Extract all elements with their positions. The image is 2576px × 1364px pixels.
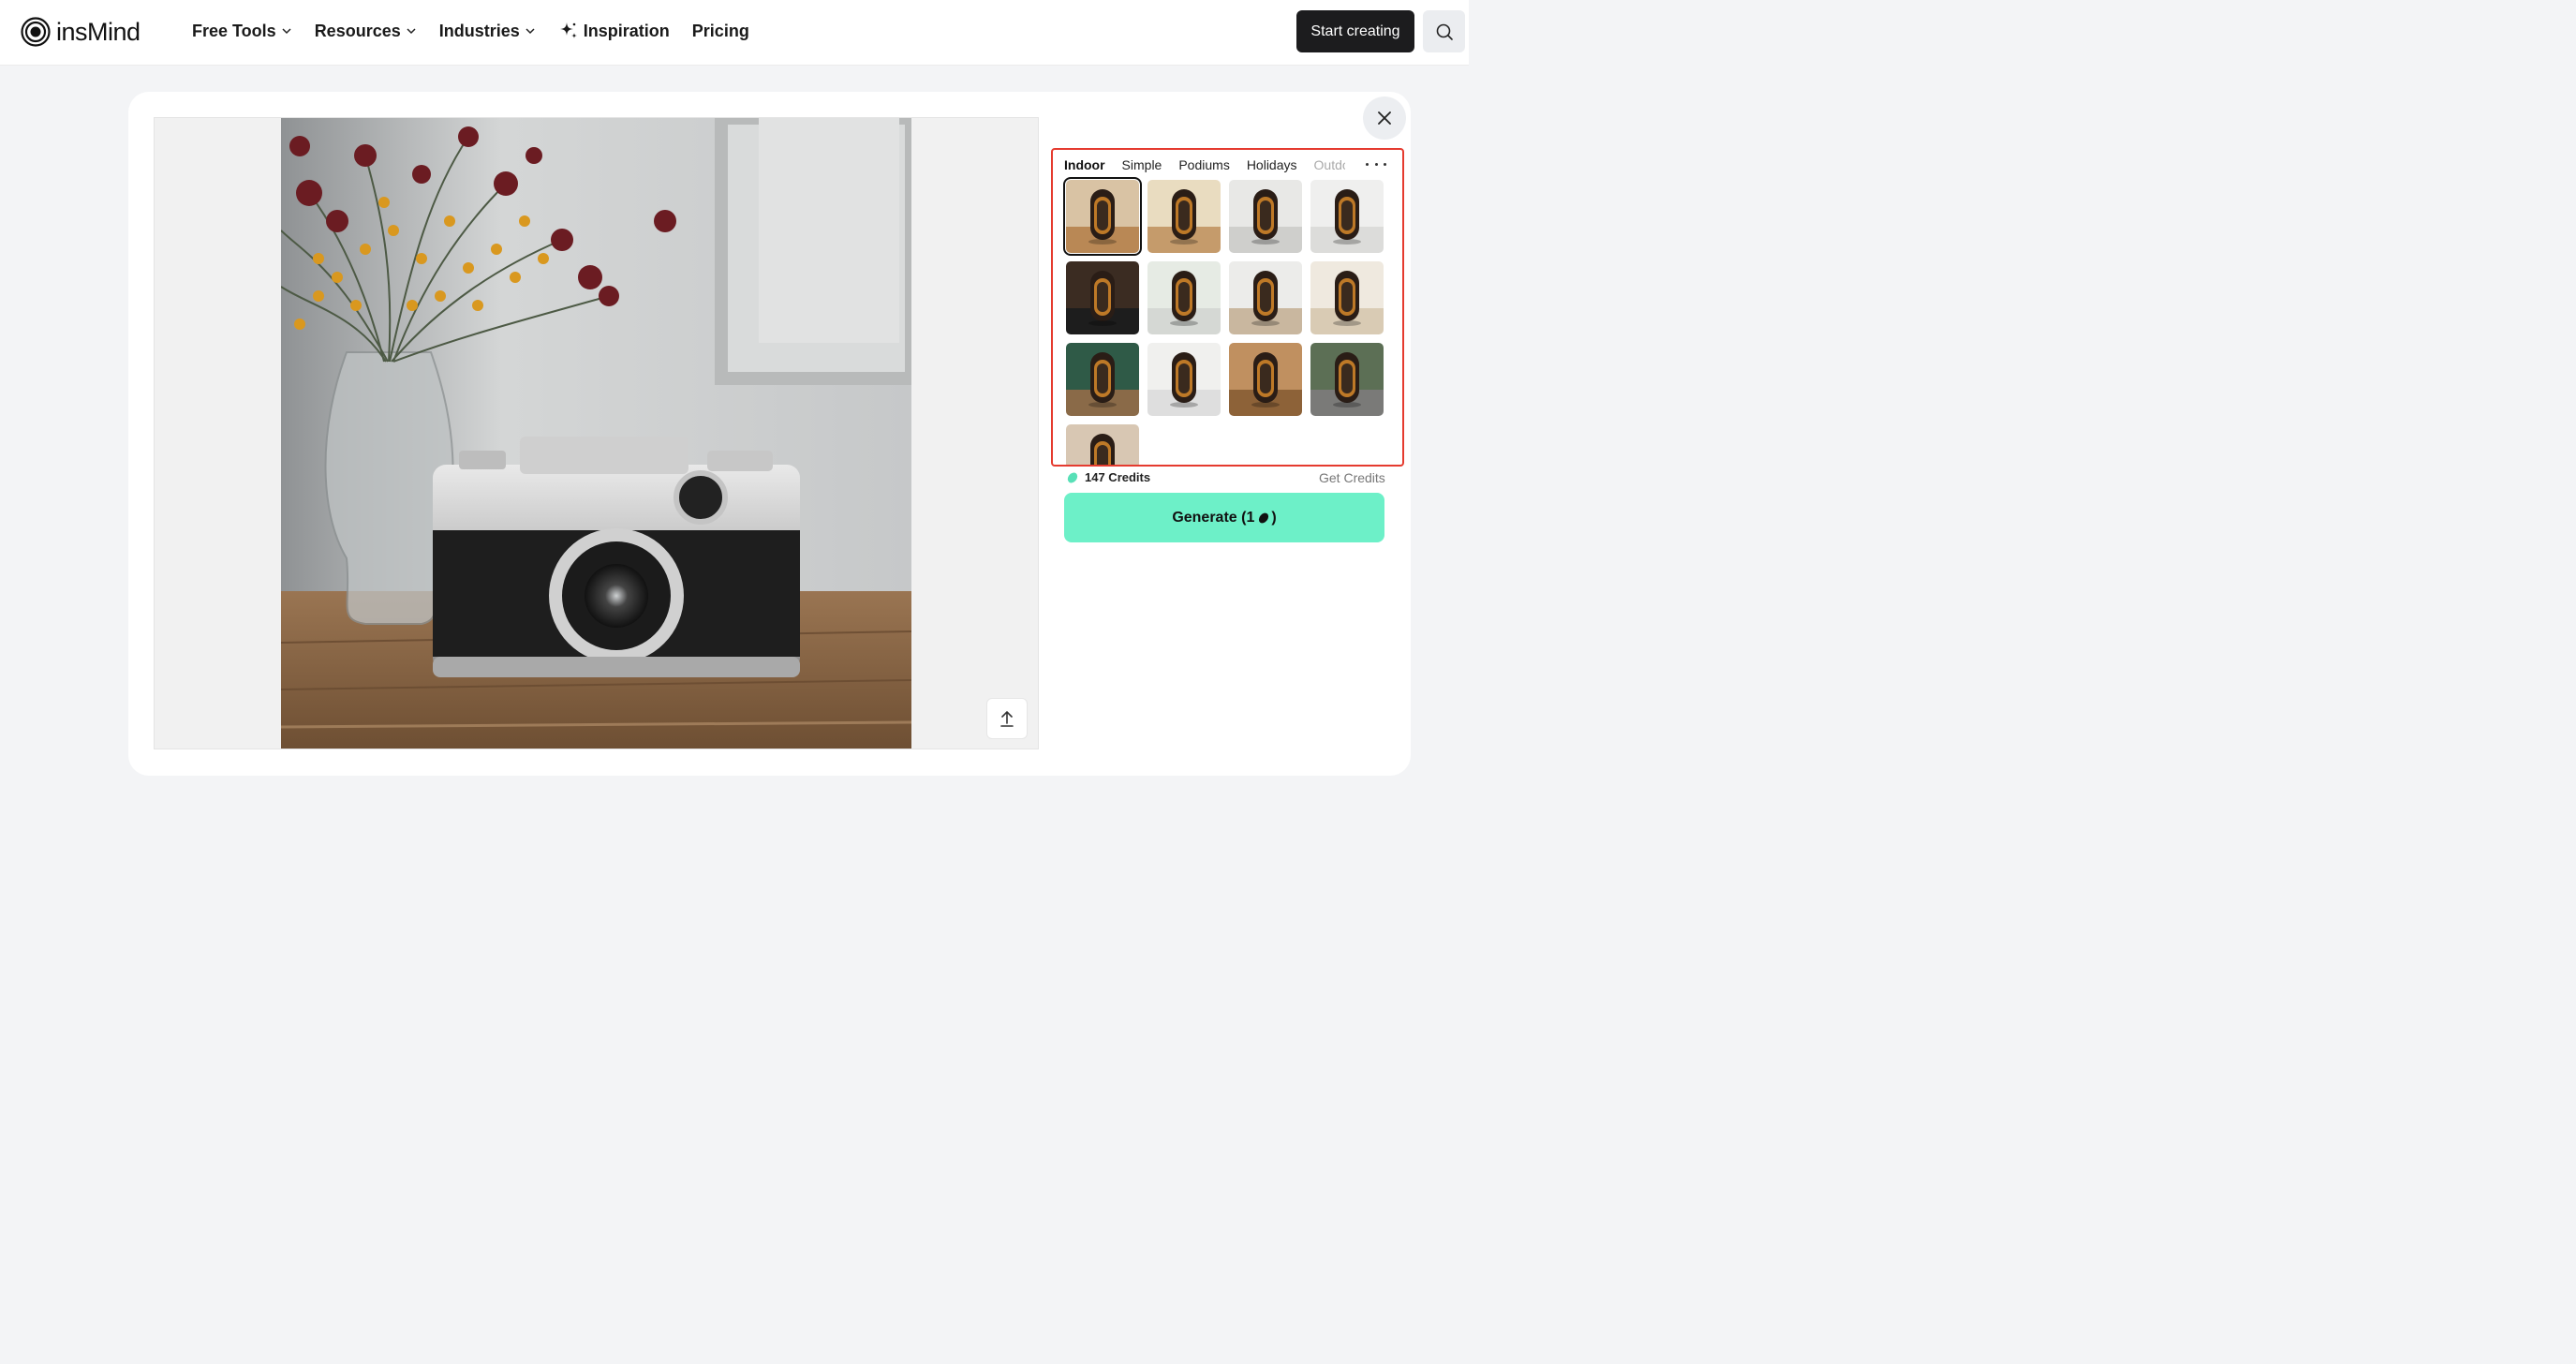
heater-product-thumbnail-image	[1147, 343, 1221, 416]
scene-thumbnail[interactable]	[1229, 180, 1302, 253]
tab-simple[interactable]: Simple	[1122, 157, 1162, 172]
generate-label: Generate (1	[1172, 509, 1255, 526]
nav-industries-label: Industries	[438, 21, 520, 40]
credits-amount: 147 Credits	[1085, 470, 1151, 484]
heater-product-thumbnail-image	[1147, 180, 1221, 253]
scene-thumbnail[interactable]	[1147, 180, 1221, 253]
start-creating-button[interactable]: Start creating	[1296, 10, 1414, 52]
nav-resources-label: Resources	[314, 21, 401, 40]
more-icon[interactable]	[1366, 156, 1386, 172]
close-button[interactable]	[1363, 96, 1406, 140]
nav-resources[interactable]: Resources	[315, 19, 417, 43]
heater-product-thumbnail-image	[1229, 261, 1302, 334]
heater-product-thumbnail-image	[1310, 343, 1384, 416]
scene-style-picker: Indoor Simple Podiums Holidays Outdo	[1051, 148, 1404, 467]
editor-card: Indoor Simple Podiums Holidays Outdo 147…	[128, 92, 1411, 776]
top-nav-bar: insMind Free Tools Resources Industries …	[0, 0, 1469, 66]
heater-product-thumbnail-image	[1066, 343, 1139, 416]
generate-button[interactable]: Generate (1 )	[1064, 493, 1384, 542]
logo-text: insMind	[56, 17, 141, 46]
credit-icon	[1259, 512, 1269, 523]
upload-icon	[1000, 711, 1014, 727]
chevron-down-icon	[526, 28, 535, 35]
tab-indoor[interactable]: Indoor	[1064, 157, 1105, 172]
scene-thumbnail[interactable]	[1147, 343, 1221, 416]
upload-button[interactable]	[986, 698, 1028, 739]
nav-pricing[interactable]: Pricing	[692, 19, 749, 43]
close-icon	[1378, 111, 1391, 125]
scene-thumbnail[interactable]	[1229, 261, 1302, 334]
heater-product-thumbnail-image	[1066, 261, 1139, 334]
image-canvas	[154, 117, 1039, 749]
scene-thumbnail[interactable]	[1066, 343, 1139, 416]
tab-podiums[interactable]: Podiums	[1178, 157, 1229, 172]
nav-free-tools[interactable]: Free Tools	[192, 19, 292, 43]
heater-product-thumbnail-image	[1147, 261, 1221, 334]
nav-inspiration-label: Inspiration	[583, 21, 670, 40]
nav-pricing-label: Pricing	[691, 21, 749, 40]
nav-industries[interactable]: Industries	[439, 19, 536, 43]
heater-product-thumbnail-image	[1229, 343, 1302, 416]
insmind-logo[interactable]: insMind	[21, 15, 141, 49]
get-credits-link[interactable]: Get Credits	[1319, 470, 1385, 485]
heater-product-thumbnail-image	[1310, 261, 1384, 334]
camera-photo-image	[281, 118, 911, 749]
tab-outdoor[interactable]: Outdo	[1314, 157, 1345, 172]
scene-thumbnail[interactable]	[1310, 343, 1384, 416]
heater-product-thumbnail-image	[1310, 180, 1384, 253]
heater-product-thumbnail-image	[1066, 424, 1139, 465]
search-icon	[1436, 23, 1453, 40]
main-nav: Free Tools Resources Industries Inspirat…	[192, 19, 772, 43]
generate-label-suffix: )	[1271, 509, 1277, 526]
search-button[interactable]	[1423, 10, 1465, 52]
heater-product-thumbnail-image	[1066, 180, 1139, 253]
sparkle-icon	[559, 22, 577, 38]
scene-thumbnail[interactable]	[1063, 177, 1142, 256]
credits-balance: 147 Credits	[1066, 470, 1150, 484]
tab-holidays[interactable]: Holidays	[1247, 157, 1297, 172]
scene-thumbnail[interactable]	[1066, 261, 1139, 334]
product-photo	[281, 118, 911, 749]
scene-thumbnail[interactable]	[1229, 343, 1302, 416]
scene-thumbnail[interactable]	[1066, 424, 1139, 465]
scene-thumbnail[interactable]	[1147, 261, 1221, 334]
logo-icon	[21, 17, 51, 47]
scene-category-tabs: Indoor Simple Podiums Holidays Outdo	[1064, 155, 1345, 175]
scene-thumbnail[interactable]	[1310, 261, 1384, 334]
scene-thumbnail[interactable]	[1310, 180, 1384, 253]
nav-inspiration[interactable]: Inspiration	[558, 19, 670, 43]
heater-product-thumbnail-image	[1229, 180, 1302, 253]
chevron-down-icon	[407, 28, 416, 35]
credit-icon	[1067, 472, 1078, 482]
chevron-down-icon	[282, 28, 291, 35]
nav-free-tools-label: Free Tools	[192, 21, 276, 40]
